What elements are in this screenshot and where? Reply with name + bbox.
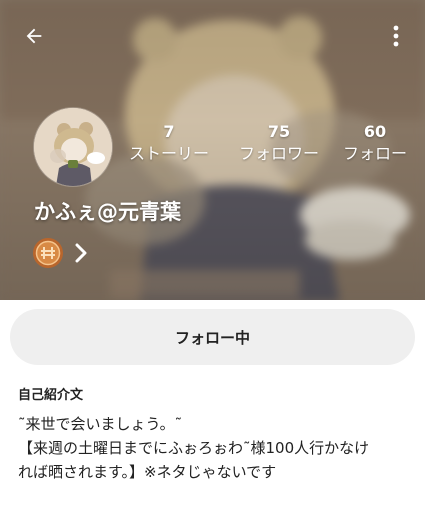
avatar-image <box>34 108 112 186</box>
following-button[interactable]: フォロー中 <box>10 309 415 365</box>
bio-line: れば晒されます。】※ネタじゃないです <box>18 463 277 481</box>
bio-line: 【来週の土曜日までにふぉろぉわ˜様100人行かなけ <box>18 439 370 457</box>
username: かふぇ@元青葉 <box>34 200 181 224</box>
profile-stats: 7 ストーリー 75 フォロワー 60 フォロー <box>120 122 410 172</box>
chevron-right-icon <box>75 243 87 263</box>
badge-link[interactable] <box>32 236 88 270</box>
stat-followers[interactable]: 75 フォロワー <box>234 122 324 172</box>
stat-following-label: フォロー <box>342 144 407 163</box>
stat-followers-label: フォロワー <box>238 144 319 163</box>
stat-following-count: 60 <box>363 122 387 141</box>
avatar[interactable] <box>34 108 112 186</box>
back-button[interactable] <box>14 16 54 56</box>
stat-followers-count: 75 <box>267 122 291 141</box>
coin-badge-icon <box>33 238 63 268</box>
profile-body: フォロー中 自己紹介文 ˜来世で会いましょう。˜ 【来週の土曜日までにふぉろぉわ… <box>0 300 425 512</box>
stat-stories-label: ストーリー <box>128 144 209 163</box>
more-options-button[interactable] <box>378 16 414 56</box>
arrow-left-icon <box>26 28 42 44</box>
stat-stories-count: 7 <box>163 122 175 141</box>
bio-title: 自己紹介文 <box>18 388 84 403</box>
bio-text: ˜来世で会いましょう。˜ 【来週の土曜日までにふぉろぉわ˜様100人行かなけ れ… <box>18 412 410 484</box>
stat-stories[interactable]: 7 ストーリー <box>120 122 218 172</box>
bio-line: ˜来世で会いましょう。˜ <box>18 415 183 433</box>
stat-following[interactable]: 60 フォロー <box>340 122 410 172</box>
profile-header: 7 ストーリー 75 フォロワー 60 フォロー かふぇ@元青葉 <box>0 0 425 302</box>
more-vert-icon <box>393 25 399 47</box>
